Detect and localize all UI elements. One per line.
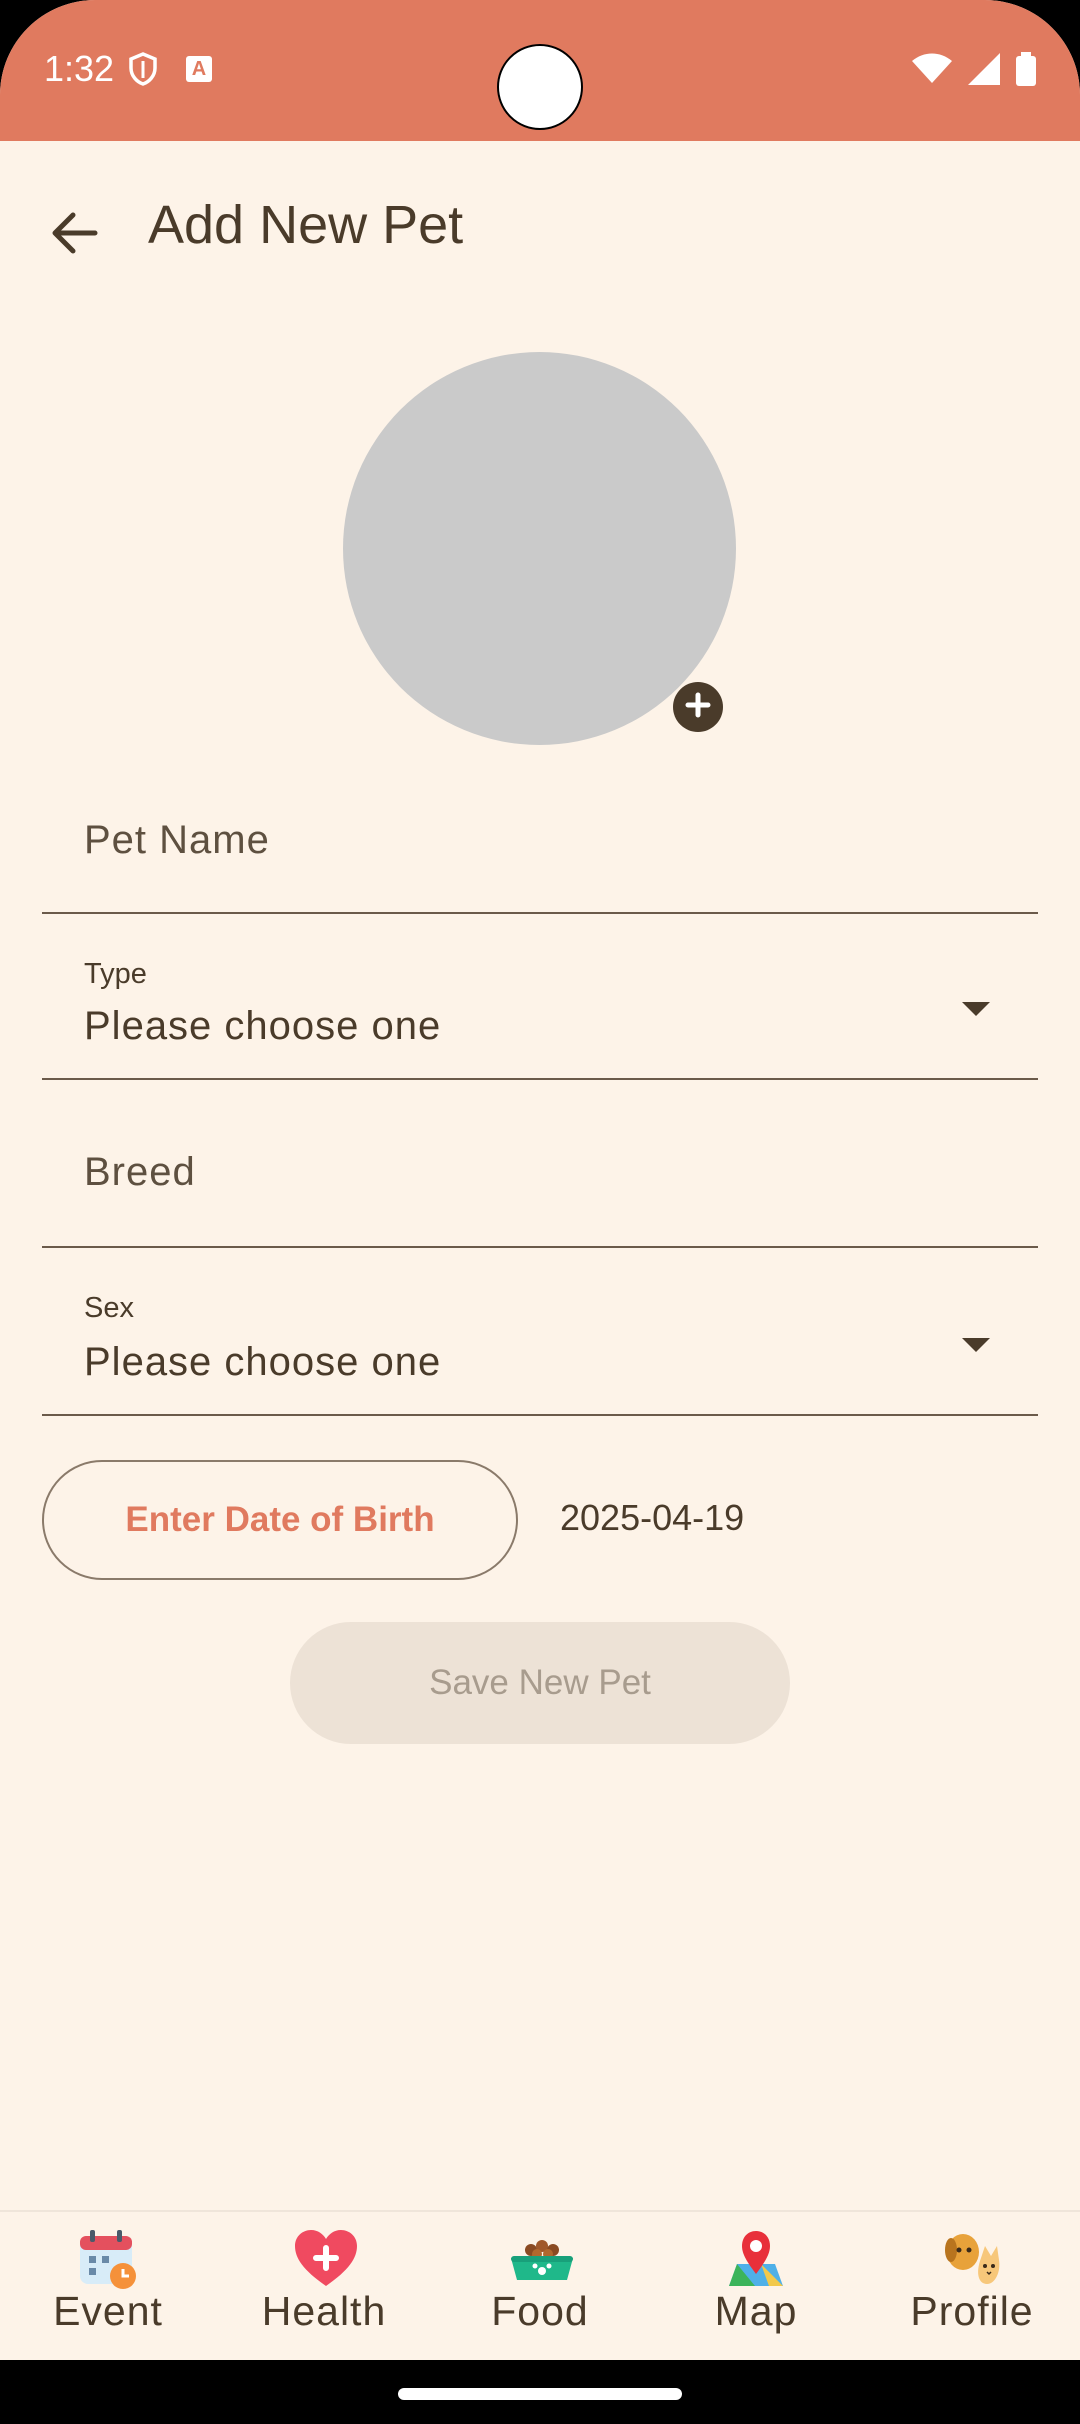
nav-item-health[interactable]: Health <box>216 2228 432 2335</box>
camera-cutout <box>497 44 583 130</box>
nav-item-profile[interactable]: Profile <box>864 2228 1080 2335</box>
arrow-back-icon <box>51 211 99 260</box>
app-bar: Add New Pet <box>0 160 1080 290</box>
plus-icon <box>684 691 712 724</box>
dropdown-arrow-icon <box>962 1338 990 1352</box>
status-icons <box>912 52 1036 91</box>
keyboard-icon: A <box>186 56 212 82</box>
nav-label-event: Event <box>53 2288 163 2334</box>
enter-date-of-birth-button[interactable]: Enter Date of Birth <box>42 1460 518 1580</box>
wifi-icon <box>912 53 952 90</box>
pet-name-field[interactable]: Pet Name <box>42 780 1038 914</box>
nav-item-event[interactable]: Event <box>0 2228 216 2335</box>
calendar-icon <box>77 2228 139 2290</box>
battery-icon <box>1016 52 1036 91</box>
sex-label: Sex <box>84 1292 134 1324</box>
home-gesture-bar[interactable] <box>398 2388 682 2400</box>
breed-placeholder: Breed <box>84 1150 196 1194</box>
add-photo-button[interactable] <box>673 682 723 732</box>
back-button[interactable] <box>30 190 120 280</box>
status-bar: 1:32 A <box>0 0 1080 141</box>
pet-photo-avatar[interactable] <box>343 352 736 745</box>
signal-icon <box>968 53 1000 90</box>
status-time: 1:32 <box>44 48 115 89</box>
sex-value: Please choose one <box>84 1340 442 1384</box>
bottom-navigation: Event Health Food Map Profile <box>0 2210 1080 2362</box>
nav-item-map[interactable]: Map <box>648 2228 864 2335</box>
pet-name-placeholder: Pet Name <box>84 818 270 862</box>
nav-label-map: Map <box>714 2288 798 2334</box>
type-label: Type <box>84 958 147 990</box>
map-pin-icon <box>725 2228 787 2290</box>
shield-icon <box>128 52 158 91</box>
phone-screen: 1:32 A Add New Pet Pet Name Type Please … <box>0 0 1080 2424</box>
dropdown-arrow-icon <box>962 1002 990 1016</box>
save-new-pet-button[interactable]: Save New Pet <box>290 1622 790 1744</box>
breed-field[interactable]: Breed <box>42 1080 1038 1248</box>
nav-label-health: Health <box>261 2288 387 2334</box>
food-bowl-icon <box>509 2228 573 2290</box>
nav-item-food[interactable]: Food <box>432 2228 648 2335</box>
date-of-birth-value: 2025-04-19 <box>560 1497 745 1538</box>
dog-cat-icon <box>941 2228 1003 2290</box>
nav-label-food: Food <box>491 2288 589 2334</box>
page-title: Add New Pet <box>148 195 464 255</box>
type-dropdown[interactable]: Type Please choose one <box>42 914 1038 1080</box>
nav-label-profile: Profile <box>910 2288 1034 2334</box>
heart-icon <box>293 2228 357 2290</box>
type-value: Please choose one <box>84 1004 442 1048</box>
sex-dropdown[interactable]: Sex Please choose one <box>42 1248 1038 1416</box>
gesture-navigation-area <box>0 2360 1080 2424</box>
